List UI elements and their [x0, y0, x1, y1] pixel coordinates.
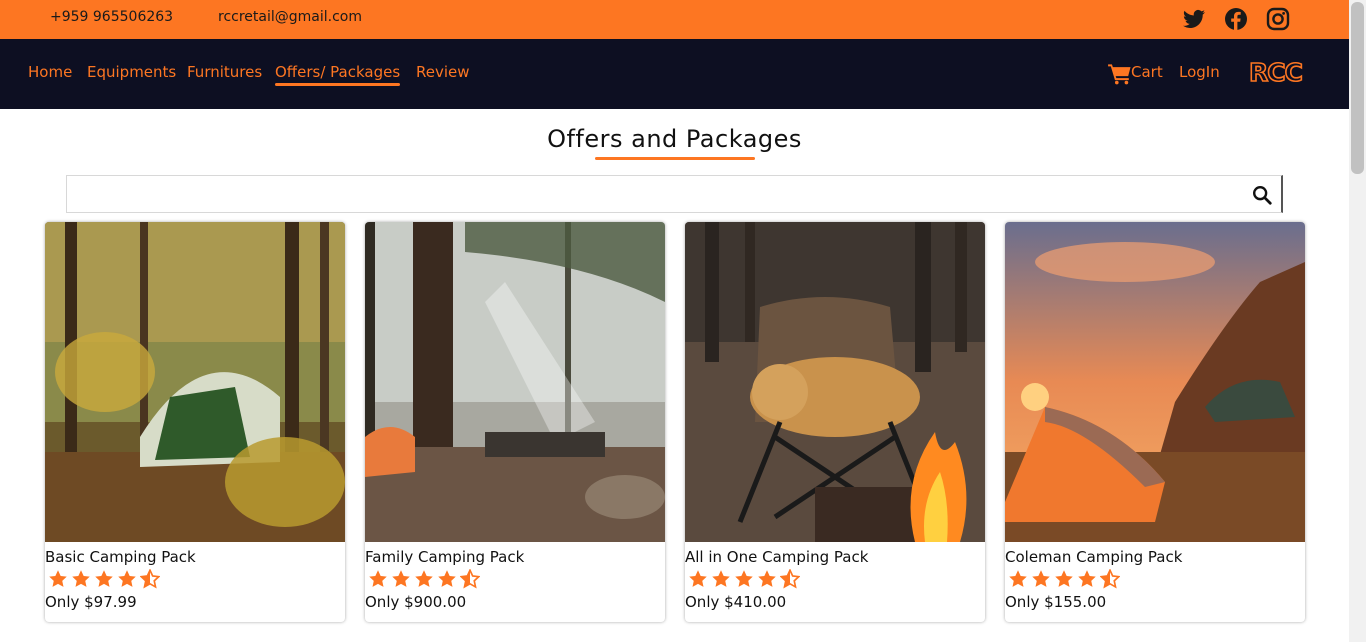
star-icon [415, 570, 433, 587]
product-name: Coleman Camping Pack [1005, 548, 1183, 566]
search-input[interactable] [67, 176, 1237, 212]
nav-furnitures[interactable]: Furnitures [187, 63, 262, 81]
nav-login[interactable]: LogIn [1179, 63, 1220, 81]
rcc-logo[interactable]: RCC [1248, 58, 1310, 86]
star-icon [95, 570, 113, 587]
product-image-sunset-tent [1005, 222, 1305, 542]
star-icon [712, 570, 730, 587]
star-icon [1055, 570, 1073, 587]
star-icon [392, 570, 410, 587]
scrollbar-thumb[interactable] [1351, 2, 1364, 174]
instagram-icon[interactable] [1265, 6, 1291, 32]
nav-cart[interactable]: Cart [1131, 63, 1163, 81]
product-image-family-campsite [365, 222, 665, 542]
product-card[interactable]: Basic Camping Pack Only $97.99 [45, 222, 345, 622]
main-navbar: Home Equipments Furnitures Offers/ Packa… [0, 39, 1349, 109]
cart-icon[interactable] [1108, 63, 1132, 85]
star-icon [1032, 570, 1050, 587]
star-icon [49, 570, 67, 587]
star-icon [118, 570, 136, 587]
nav-offers-packages[interactable]: Offers/ Packages [275, 63, 401, 86]
email-address: rccretail@gmail.com [218, 9, 362, 25]
phone-number: +959 965506263 [50, 9, 174, 25]
svg-text:RCC: RCC [1249, 58, 1302, 86]
half-star-icon [1100, 569, 1120, 589]
nav-review[interactable]: Review [416, 63, 470, 81]
search-bar [66, 175, 1283, 213]
product-price: Only $155.00 [1005, 593, 1107, 611]
star-icon [1078, 570, 1096, 587]
nav-equipments[interactable]: Equipments [87, 63, 176, 81]
star-icon [438, 570, 456, 587]
product-card[interactable]: Family Camping Pack Only $900.00 [365, 222, 665, 622]
product-price: Only $97.99 [45, 593, 137, 611]
product-card[interactable]: All in One Camping Pack Only $410.00 [685, 222, 985, 622]
star-icon [72, 570, 90, 587]
star-icon [369, 570, 387, 587]
product-name: Family Camping Pack [365, 548, 525, 566]
star-icon [758, 570, 776, 587]
page-scrollbar[interactable] [1349, 0, 1366, 642]
rating-stars [688, 569, 800, 589]
half-star-icon [140, 569, 160, 589]
half-star-icon [780, 569, 800, 589]
rating-stars [1008, 569, 1120, 589]
page-title: Offers and Packages [547, 125, 802, 153]
facebook-icon[interactable] [1223, 6, 1249, 32]
product-name: Basic Camping Pack [45, 548, 196, 566]
product-image-tent-forest [45, 222, 345, 542]
half-star-icon [460, 569, 480, 589]
product-image-dog-camp-chair [685, 222, 985, 542]
product-price: Only $900.00 [365, 593, 467, 611]
nav-home[interactable]: Home [28, 63, 72, 81]
title-underline [595, 157, 755, 160]
product-price: Only $410.00 [685, 593, 787, 611]
product-name: All in One Camping Pack [685, 548, 869, 566]
rating-stars [48, 569, 160, 589]
search-icon[interactable] [1251, 184, 1273, 206]
star-icon [689, 570, 707, 587]
star-icon [735, 570, 753, 587]
product-card[interactable]: Coleman Camping Pack Only $155.00 [1005, 222, 1305, 622]
rating-stars [368, 569, 480, 589]
star-icon [1009, 570, 1027, 587]
contact-bar: +959 965506263 rccretail@gmail.com [0, 0, 1349, 39]
twitter-icon[interactable] [1181, 6, 1207, 32]
